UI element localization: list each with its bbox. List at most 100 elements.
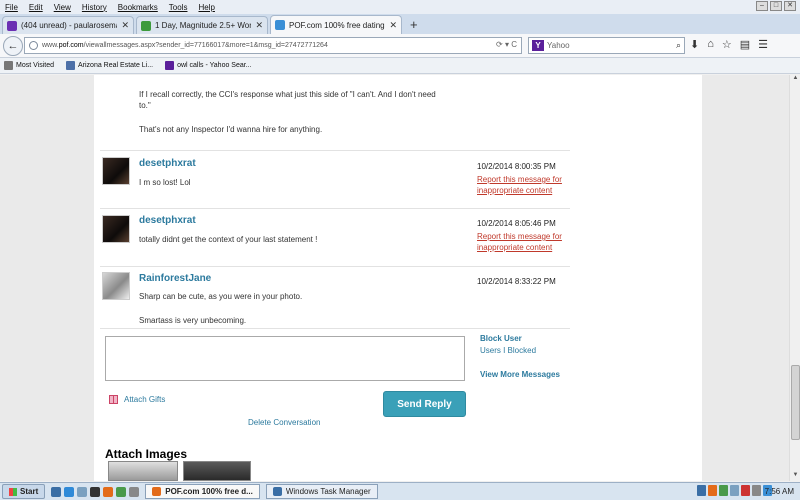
message-divider: [100, 266, 570, 267]
prior-message-line3: That's not any Inspector I'd wanna hire …: [139, 125, 323, 134]
vertical-scrollbar[interactable]: ▲ ▼: [789, 75, 800, 481]
reading-list-icon[interactable]: ▤: [740, 38, 750, 51]
message-text: totally didnt get the context of your la…: [139, 235, 318, 244]
search-placeholder: Yahoo: [547, 41, 570, 50]
home-icon[interactable]: ⌂: [707, 38, 714, 51]
task-firefox[interactable]: POF.com 100% free d...: [145, 484, 260, 499]
scroll-up-icon[interactable]: ▲: [790, 75, 800, 84]
menu-tools[interactable]: Tools: [169, 3, 188, 12]
image-thumbnail[interactable]: [108, 461, 178, 481]
ie-icon[interactable]: [64, 486, 75, 497]
close-tab-icon[interactable]: ✕: [121, 20, 129, 31]
tab-title: POF.com 100% free dating site: [289, 20, 385, 30]
message-text: Sharp can be cute, as you were in your p…: [139, 292, 303, 301]
report-message-link-line2[interactable]: inappropriate content: [477, 185, 552, 196]
bookmarks-bar: Most Visited Arizona Real Estate Li... o…: [0, 58, 800, 74]
app-icon[interactable]: [129, 486, 140, 497]
bookmark-owl-calls[interactable]: owl calls - Yahoo Sear...: [165, 61, 252, 70]
start-button[interactable]: Start: [2, 484, 46, 499]
firefox-icon[interactable]: [103, 486, 114, 497]
attach-gifts-link[interactable]: Attach Gifts: [109, 395, 165, 404]
close-tab-icon[interactable]: ✕: [389, 20, 397, 31]
media-icon[interactable]: [90, 486, 101, 497]
url-host: pof.com: [58, 42, 84, 49]
new-tab-plus-icon[interactable]: +: [410, 16, 418, 34]
menu-edit[interactable]: Edit: [29, 3, 43, 12]
avatar[interactable]: [102, 272, 130, 300]
close-window-icon[interactable]: ✕: [784, 1, 796, 11]
avatar[interactable]: [102, 215, 130, 243]
report-message-link[interactable]: Report this message for: [477, 231, 562, 242]
search-box[interactable]: Y Yahoo ⌕: [528, 37, 685, 54]
tab-earthquake[interactable]: 1 Day, Magnitude 2.5+ World... ✕: [136, 16, 268, 34]
menu-file[interactable]: File: [5, 3, 18, 12]
attach-images-heading: Attach Images: [105, 447, 188, 461]
quick-launch: [51, 486, 140, 497]
reply-textarea[interactable]: [105, 336, 465, 381]
tab-yahoo-mail[interactable]: (404 unread) - paularosemag... ✕: [2, 16, 134, 34]
message-sender[interactable]: RainforestJane: [139, 273, 211, 284]
message-timestamp: 10/2/2014 8:33:22 PM: [477, 277, 556, 286]
menu-help[interactable]: Help: [198, 3, 214, 12]
tray-icon[interactable]: [730, 485, 739, 496]
tray-icon[interactable]: [719, 485, 728, 496]
system-clock[interactable]: 7:56 AM: [765, 487, 794, 496]
delete-conversation-link[interactable]: Delete Conversation: [248, 418, 320, 427]
view-more-messages-link[interactable]: View More Messages: [480, 370, 560, 379]
firefox-task-icon: [152, 487, 162, 496]
bookmark-star-icon[interactable]: ☆: [722, 38, 732, 51]
reload-icon[interactable]: ⟳ ▾ C: [496, 40, 517, 49]
message-divider: [100, 328, 570, 329]
system-tray: [697, 485, 772, 496]
menu-bookmarks[interactable]: Bookmarks: [118, 3, 158, 12]
bookmark-arizona-real-estate[interactable]: Arizona Real Estate Li...: [66, 61, 153, 70]
back-arrow-icon[interactable]: ←: [3, 35, 23, 56]
maximize-icon[interactable]: □: [770, 1, 782, 11]
report-message-link[interactable]: Report this message for: [477, 174, 562, 185]
tray-icon[interactable]: [708, 485, 717, 496]
bookmark-most-visited[interactable]: Most Visited: [4, 61, 54, 70]
message-sender[interactable]: desetphxrat: [139, 215, 196, 226]
task-manager-icon: [272, 487, 282, 496]
menu-history[interactable]: History: [82, 3, 107, 12]
minimize-icon[interactable]: –: [756, 1, 768, 11]
message-sender[interactable]: desetphxrat: [139, 158, 196, 169]
chrome-icon[interactable]: [116, 486, 127, 497]
tab-title: 1 Day, Magnitude 2.5+ World...: [155, 21, 252, 30]
close-tab-icon[interactable]: ✕: [255, 20, 263, 31]
report-message-link-line2[interactable]: inappropriate content: [477, 242, 552, 253]
navigation-bar: ← www. pof.com/viewallmessages.aspx?sende…: [0, 34, 800, 58]
block-user-link[interactable]: Block User: [480, 334, 522, 343]
window-controls: – □ ✕: [756, 1, 796, 11]
prior-message-line1: If I recall correctly, the CCI's respons…: [139, 90, 436, 99]
explorer-icon[interactable]: [77, 486, 88, 497]
page-viewport: If I recall correctly, the CCI's respons…: [0, 75, 789, 481]
send-reply-button[interactable]: Send Reply: [383, 391, 466, 417]
hamburger-menu-icon[interactable]: ☰: [758, 38, 768, 51]
volume-icon[interactable]: [752, 485, 761, 496]
tray-icon[interactable]: [741, 485, 750, 496]
yahoo-mail-icon: [7, 20, 17, 31]
tab-pof[interactable]: POF.com 100% free dating site ✕: [270, 15, 402, 34]
address-bar[interactable]: www. pof.com/viewallmessages.aspx?sender_…: [24, 37, 522, 54]
search-icon[interactable]: ⌕: [676, 40, 681, 51]
most-visited-icon: [4, 61, 13, 70]
scrollbar-thumb[interactable]: [791, 365, 800, 440]
message-divider: [100, 208, 570, 209]
message-text-line2: Smartass is very unbecoming.: [139, 316, 247, 325]
message-text: I m so lost! Lol: [139, 178, 191, 187]
yahoo-logo-icon: Y: [532, 40, 544, 51]
menu-view[interactable]: View: [54, 3, 71, 12]
desktop-icon[interactable]: [51, 486, 62, 497]
scroll-down-icon[interactable]: ▼: [790, 472, 800, 481]
image-thumbnail[interactable]: [183, 461, 251, 481]
download-icon[interactable]: ⬇: [690, 38, 699, 51]
avatar[interactable]: [102, 157, 130, 185]
taskbar: Start POF.com 100% free d... Windows Tas…: [0, 482, 800, 500]
bookmark-label: Arizona Real Estate Li...: [78, 62, 154, 69]
globe-icon: [29, 41, 38, 50]
task-task-manager[interactable]: Windows Task Manager: [265, 484, 378, 499]
message-timestamp: 10/2/2014 8:05:46 PM: [477, 219, 556, 228]
tray-icon[interactable]: [697, 485, 706, 496]
users-blocked-link[interactable]: Users I Blocked: [480, 346, 536, 355]
